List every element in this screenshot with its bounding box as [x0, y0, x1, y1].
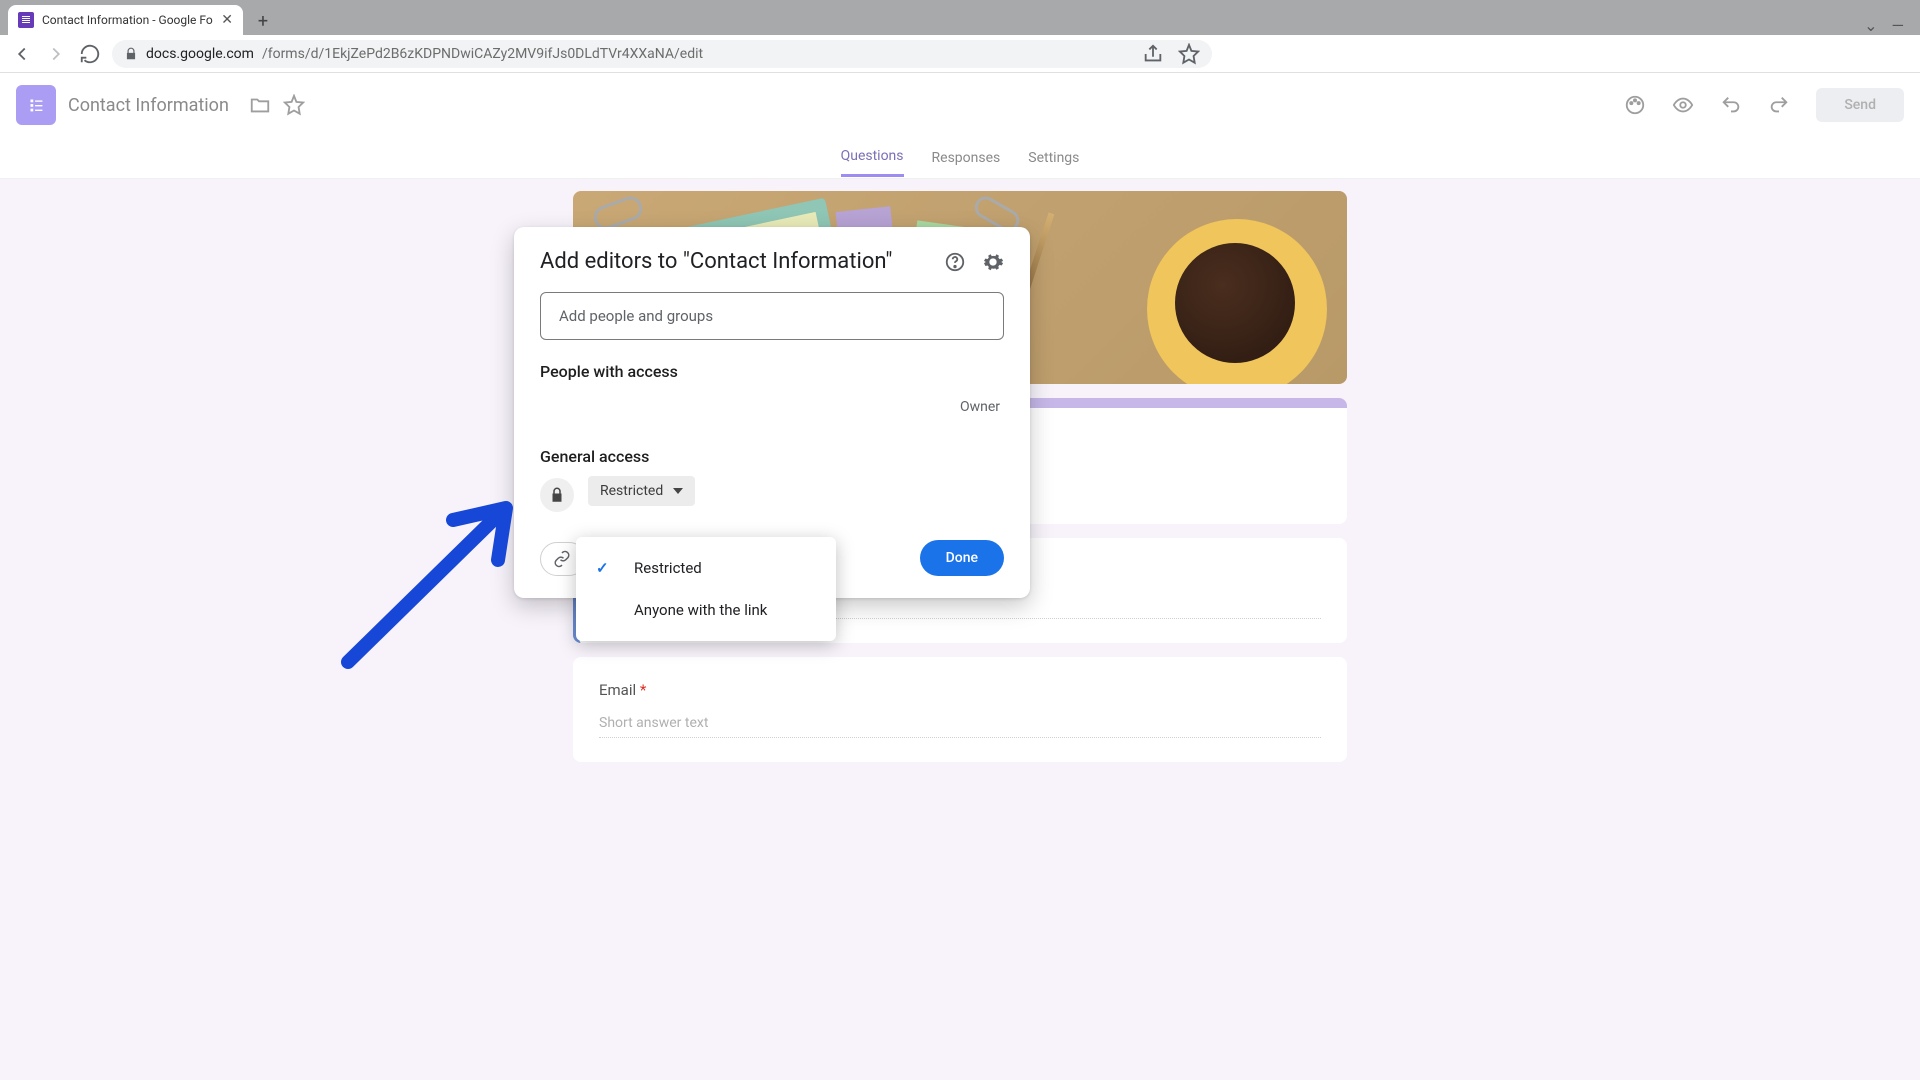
general-access-heading: General access — [540, 447, 1004, 466]
folder-icon[interactable] — [249, 94, 271, 116]
tab-settings[interactable]: Settings — [1028, 140, 1079, 176]
gear-icon[interactable] — [982, 251, 1004, 273]
access-dropdown-menu: ✓ Restricted Anyone with the link — [576, 537, 836, 641]
dialog-title: Add editors to "Contact Information" — [540, 249, 944, 274]
reload-button[interactable] — [78, 42, 102, 66]
required-asterisk: * — [640, 681, 646, 699]
forward-button[interactable] — [44, 42, 68, 66]
tab-title: Contact Information - Google Fo — [42, 13, 213, 27]
dropdown-option-restricted[interactable]: ✓ Restricted — [576, 547, 836, 589]
tab-questions[interactable]: Questions — [841, 138, 904, 177]
caret-down-icon — [673, 486, 683, 496]
link-icon — [553, 550, 571, 568]
share-icon[interactable] — [1142, 43, 1164, 65]
palette-icon[interactable] — [1624, 94, 1646, 116]
star-outline-icon[interactable] — [283, 94, 305, 116]
annotation-arrow — [338, 492, 538, 672]
add-people-input[interactable]: Add people and groups — [540, 292, 1004, 340]
address-bar: docs.google.com/forms/d/1EkjZePd2B6zKDPN… — [0, 35, 1920, 73]
undo-icon[interactable] — [1720, 94, 1742, 116]
document-title[interactable]: Contact Information — [68, 95, 229, 116]
dropdown-option-anyone[interactable]: Anyone with the link — [576, 589, 836, 631]
form-tabs: Questions Responses Settings — [0, 137, 1920, 179]
lock-icon — [124, 47, 138, 61]
people-with-access-heading: People with access — [540, 362, 1004, 381]
done-button[interactable]: Done — [920, 540, 1004, 576]
tab-responses[interactable]: Responses — [932, 140, 1001, 176]
form-canvas: Contact Form description Name * Short an… — [0, 179, 1920, 1080]
url-path: /forms/d/1EkjZePd2B6zKDPNDwiCAZy2MV9ifJs… — [262, 46, 703, 62]
url-input[interactable]: docs.google.com/forms/d/1EkjZePd2B6zKDPN… — [112, 40, 1212, 68]
close-tab-icon[interactable]: ✕ — [221, 12, 233, 28]
forms-favicon-icon — [18, 12, 34, 28]
check-icon: ✓ — [596, 559, 616, 577]
star-icon[interactable] — [1178, 43, 1200, 65]
redo-icon[interactable] — [1768, 94, 1790, 116]
browser-tab-strip: Contact Information - Google Fo ✕ + ⌄ — — [0, 0, 1920, 35]
send-button[interactable]: Send — [1816, 88, 1904, 122]
new-tab-button[interactable]: + — [249, 7, 277, 35]
lock-icon — [540, 478, 574, 512]
access-level-dropdown[interactable]: Restricted — [588, 476, 695, 506]
preview-eye-icon[interactable] — [1672, 94, 1694, 116]
help-icon[interactable] — [944, 251, 966, 273]
window-controls: ⌄ — — [1864, 16, 1920, 35]
back-button[interactable] — [10, 42, 34, 66]
browser-tab[interactable]: Contact Information - Google Fo ✕ — [8, 5, 243, 35]
forms-logo-icon[interactable] — [16, 85, 56, 125]
owner-role-label: Owner — [540, 381, 1004, 425]
question-card-email[interactable]: Email * Short answer text — [573, 657, 1347, 762]
app-header: Contact Information Send — [0, 73, 1920, 137]
field-label: Email * — [599, 681, 1321, 699]
chevron-down-icon[interactable]: ⌄ — [1864, 16, 1877, 35]
minimize-icon[interactable]: — — [1892, 16, 1905, 35]
short-answer-placeholder: Short answer text — [599, 715, 1321, 738]
url-host: docs.google.com — [146, 46, 254, 62]
